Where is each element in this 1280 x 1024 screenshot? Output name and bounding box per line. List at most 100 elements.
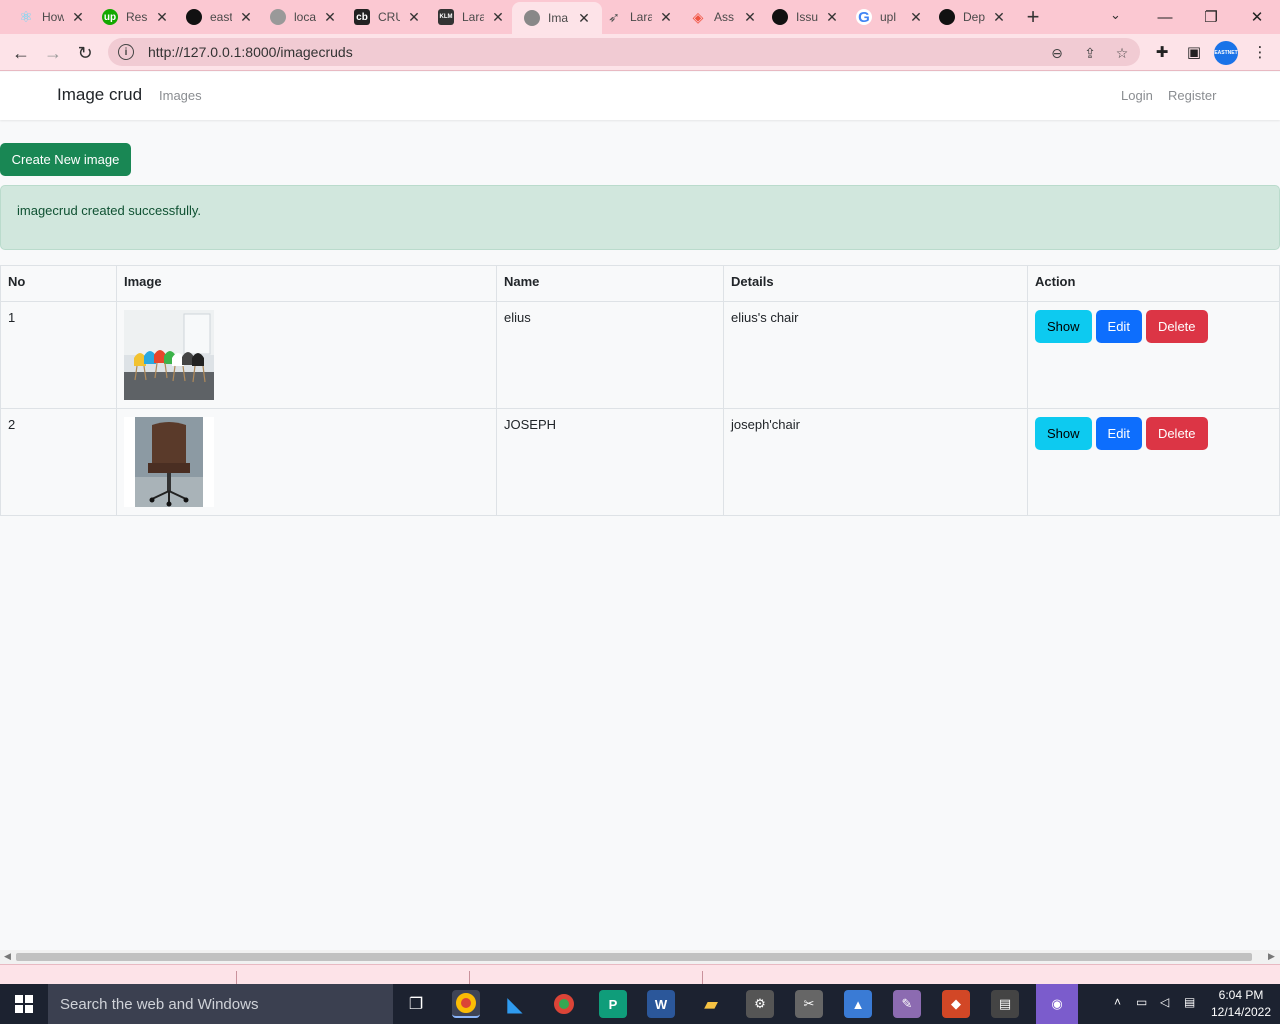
vscode-icon[interactable]: ◣ xyxy=(501,990,529,1018)
close-tab-icon[interactable]: ✕ xyxy=(324,9,336,26)
cell-details: joseph'chair xyxy=(723,408,1028,516)
browser-tab[interactable]: G upl ✕ xyxy=(856,4,922,30)
browser-tab[interactable]: east ✕ xyxy=(186,4,252,30)
cell-image xyxy=(116,408,497,516)
cell-name: elius xyxy=(496,301,724,409)
restore-icon[interactable]: ❐ xyxy=(1188,4,1234,30)
close-tab-icon[interactable]: ✕ xyxy=(72,9,84,26)
cell-actions: Show Edit Delete xyxy=(1027,301,1280,409)
extensions-puzzle-icon[interactable]: ✚ xyxy=(1152,42,1172,62)
success-alert: imagecrud created successfully. xyxy=(0,185,1280,250)
remote-desktop-icon[interactable]: ▤ xyxy=(991,990,1019,1018)
back-icon[interactable]: ← xyxy=(8,40,34,66)
word-icon[interactable]: W xyxy=(647,990,675,1018)
laracasts-icon: cb xyxy=(354,9,370,25)
url-text[interactable]: http://127.0.0.1:8000/imagecruds xyxy=(148,44,353,60)
browser-tab[interactable]: up Res ✕ xyxy=(102,4,168,30)
taskbar-search-input[interactable]: Search the web and Windows xyxy=(48,984,393,1024)
chairs-thumbnail[interactable] xyxy=(124,310,214,400)
site-info-icon[interactable]: i xyxy=(118,44,134,60)
taskbar-clock[interactable]: 6:04 PM 12/14/2022 xyxy=(1206,987,1276,1021)
clock-time: 6:04 PM xyxy=(1218,988,1264,1002)
new-tab-button[interactable]: + xyxy=(1022,6,1044,28)
close-tab-icon[interactable]: ✕ xyxy=(910,9,922,26)
forward-icon[interactable]: → xyxy=(40,40,66,66)
task-view-icon[interactable]: ❐ xyxy=(402,990,430,1018)
start-button[interactable] xyxy=(0,984,48,1024)
close-tab-icon[interactable]: ✕ xyxy=(660,9,672,26)
nav-link-login[interactable]: Login xyxy=(1121,88,1153,103)
navbar-brand[interactable]: Image crud xyxy=(57,85,142,105)
share-icon[interactable]: ⇪ xyxy=(1081,44,1099,62)
publisher-icon[interactable]: P xyxy=(599,990,627,1018)
address-bar[interactable]: i http://127.0.0.1:8000/imagecruds ⊖ ⇪ ☆ xyxy=(108,38,1140,66)
download-shelf xyxy=(0,964,1280,985)
delete-button[interactable]: Delete xyxy=(1145,310,1208,343)
tray-chevron-icon[interactable]: ˄ xyxy=(1114,995,1121,1009)
browser-tab[interactable]: ◈ Ass ✕ xyxy=(690,4,756,30)
volume-muted-icon[interactable]: ◁ xyxy=(1160,995,1169,1009)
delete-button[interactable]: Delete xyxy=(1145,417,1208,450)
browser-tab[interactable]: ⚛ How ✕ xyxy=(18,4,84,30)
bookmark-star-icon[interactable]: ☆ xyxy=(1113,44,1131,62)
browser-tab-active[interactable]: Ima ✕ xyxy=(512,2,602,34)
chrome-icon[interactable] xyxy=(550,990,578,1018)
profile-avatar[interactable]: EASTNET xyxy=(1214,41,1238,65)
zoom-icon[interactable]: ⊖ xyxy=(1048,44,1066,62)
close-tab-icon[interactable]: ✕ xyxy=(993,9,1005,26)
menu-kebab-icon[interactable]: ⋮ xyxy=(1250,42,1270,62)
close-tab-icon[interactable]: ✕ xyxy=(744,9,756,26)
side-panel-icon[interactable]: ▣ xyxy=(1184,42,1204,62)
table-row: 1 elius elius's chair Show Edit Delete xyxy=(0,301,1280,409)
tab-search-icon[interactable]: ⌄ xyxy=(1110,7,1121,23)
app-icon[interactable]: ⚙ xyxy=(746,990,774,1018)
horizontal-scrollbar[interactable]: ◀ ▶ xyxy=(0,950,1280,964)
nav-link-images[interactable]: Images xyxy=(159,88,202,103)
close-tab-icon[interactable]: ✕ xyxy=(492,9,504,26)
github-desktop-icon[interactable]: ◉ xyxy=(1036,984,1078,1024)
close-tab-icon[interactable]: ✕ xyxy=(156,9,168,26)
app-icon[interactable]: ✂ xyxy=(795,990,823,1018)
notifications-icon[interactable]: ▤ xyxy=(1184,995,1195,1009)
minimize-icon[interactable]: — xyxy=(1142,4,1188,30)
git-icon[interactable]: ◆ xyxy=(942,990,970,1018)
create-new-image-button[interactable]: Create New image xyxy=(0,143,131,176)
browser-tab[interactable]: Issu ✕ xyxy=(772,4,838,30)
column-header-no: No xyxy=(0,265,117,302)
browser-tab[interactable]: Dep ✕ xyxy=(939,4,1005,30)
reload-icon[interactable]: ↻ xyxy=(72,40,98,66)
klm-icon: KLM xyxy=(438,9,454,25)
column-header-image: Image xyxy=(116,265,497,302)
photos-icon[interactable]: ▲ xyxy=(844,990,872,1018)
close-tab-icon[interactable]: ✕ xyxy=(826,9,838,26)
laravel-icon: ◈ xyxy=(692,8,704,25)
close-tab-icon[interactable]: ✕ xyxy=(240,9,252,26)
paint-icon[interactable]: ✎ xyxy=(893,990,921,1018)
show-button[interactable]: Show xyxy=(1035,310,1092,343)
close-tab-icon[interactable]: ✕ xyxy=(578,10,590,27)
close-tab-icon[interactable]: ✕ xyxy=(408,9,420,26)
github-icon xyxy=(939,9,955,25)
chrome-taskbar-icon[interactable] xyxy=(452,990,480,1018)
edit-button[interactable]: Edit xyxy=(1095,417,1142,450)
cell-no: 2 xyxy=(0,408,117,516)
browser-tab[interactable]: ➶ Lara ✕ xyxy=(606,4,672,30)
show-button[interactable]: Show xyxy=(1035,417,1092,450)
cell-image xyxy=(116,301,497,409)
github-icon xyxy=(186,9,202,25)
browser-tab[interactable]: loca ✕ xyxy=(270,4,336,30)
close-window-icon[interactable]: ✕ xyxy=(1234,4,1280,30)
browser-tab[interactable]: cb CRU ✕ xyxy=(354,4,420,30)
office-chair-thumbnail[interactable] xyxy=(124,417,214,507)
scrollbar-thumb[interactable] xyxy=(16,953,1252,961)
scroll-right-icon[interactable]: ▶ xyxy=(1268,951,1275,962)
network-icon[interactable]: ▭ xyxy=(1136,995,1147,1009)
edit-button[interactable]: Edit xyxy=(1095,310,1142,343)
file-explorer-icon[interactable]: ▰ xyxy=(697,990,725,1018)
google-icon: G xyxy=(856,9,872,26)
browser-tab[interactable]: KLM Lara ✕ xyxy=(438,4,504,30)
scroll-left-icon[interactable]: ◀ xyxy=(4,951,11,962)
paper-plane-icon: ➶ xyxy=(608,8,620,25)
nav-link-register[interactable]: Register xyxy=(1168,88,1216,103)
cell-details: elius's chair xyxy=(723,301,1028,409)
